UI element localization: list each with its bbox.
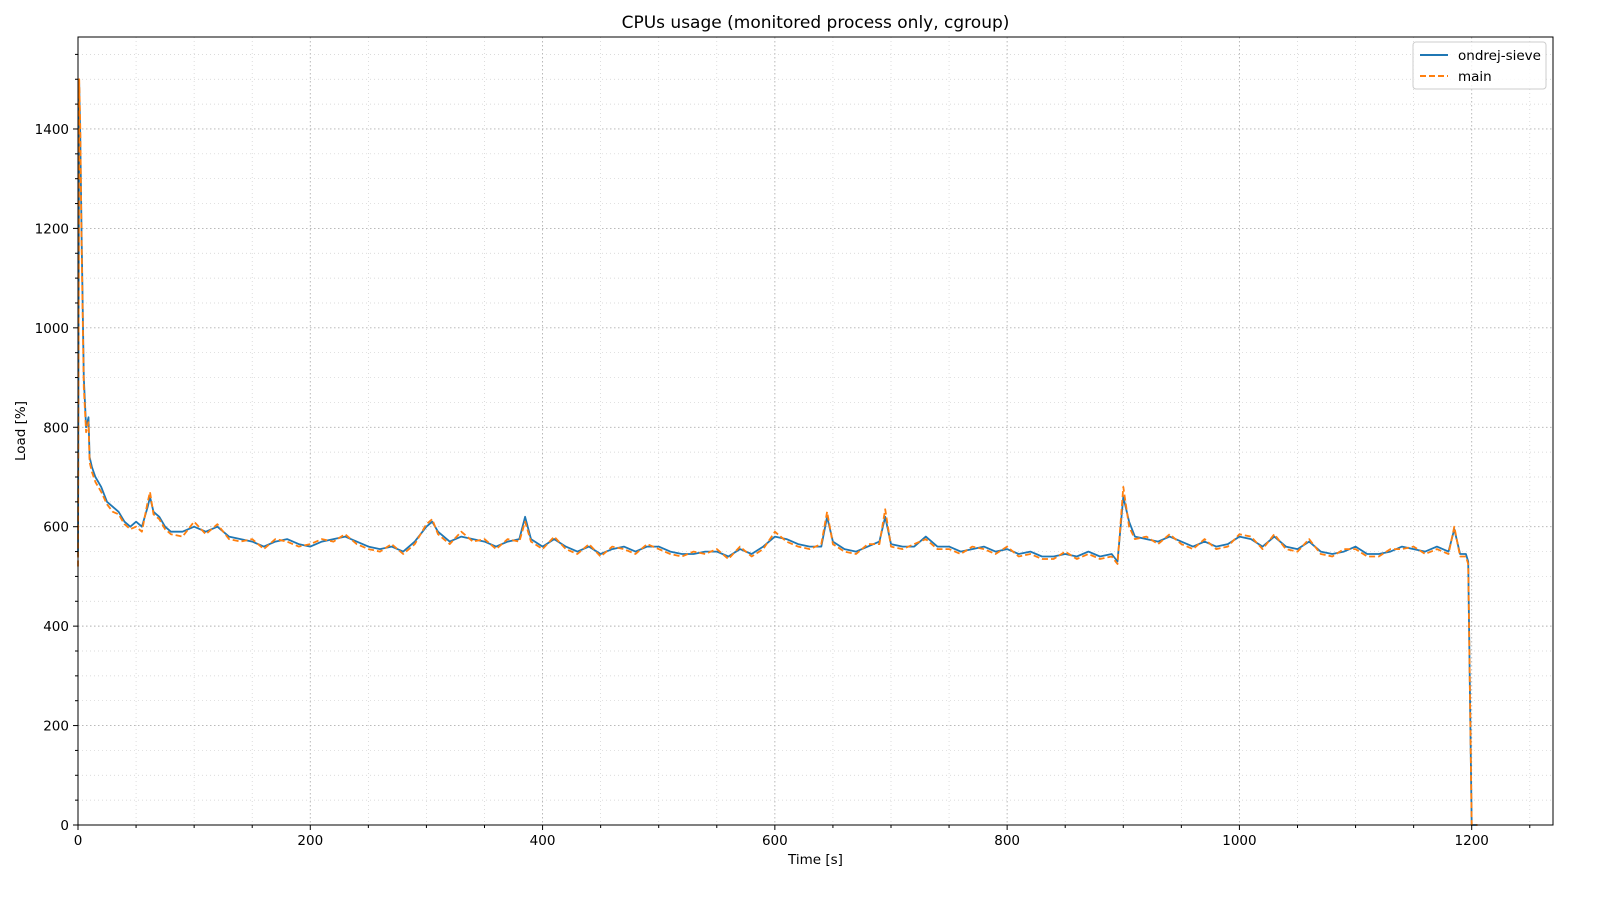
chart-title: CPUs usage (monitored process only, cgro… [622,13,1010,33]
x-tick-label: 400 [530,833,556,849]
line-chart: 0 200 400 600 800 1000 1200 0 200 400 600 800 1000 12… [13,13,1554,868]
legend-label-main: main [1458,69,1492,85]
series-line-ondrej-sieve [77,83,1478,826]
chart-container: 0 200 400 600 800 1000 1200 0 200 400 600 800 1000 12… [0,0,1600,900]
x-tick-label: 1000 [1222,833,1256,849]
y-tick-label: 800 [43,420,69,436]
y-tick-label: 400 [43,619,69,635]
y-axis-label: Load [%] [13,401,29,461]
x-tick-label: 600 [762,833,788,849]
y-tick-label: 1400 [35,122,69,138]
ticks: 0 200 400 600 800 1000 1200 0 200 400 600 800 1000 12… [35,53,1531,849]
y-tick-label: 1200 [35,221,69,237]
x-axis-label: Time [s] [787,852,843,868]
x-tick-label: 0 [74,833,83,849]
axes-frame [77,36,1554,826]
grid [77,37,1553,826]
x-tick-label: 1200 [1455,833,1489,849]
y-tick-label: 0 [60,818,69,834]
series-layer [77,78,1478,826]
legend-label-ondrej-sieve: ondrej-sieve [1458,48,1541,64]
legend: ondrej-sieve main [1412,41,1547,90]
y-tick-label: 200 [43,719,69,735]
y-tick-label: 600 [43,520,69,536]
x-tick-label: 800 [994,833,1020,849]
y-tick-label: 1000 [35,321,69,337]
x-tick-label: 200 [297,833,323,849]
series-line-main [77,78,1478,826]
